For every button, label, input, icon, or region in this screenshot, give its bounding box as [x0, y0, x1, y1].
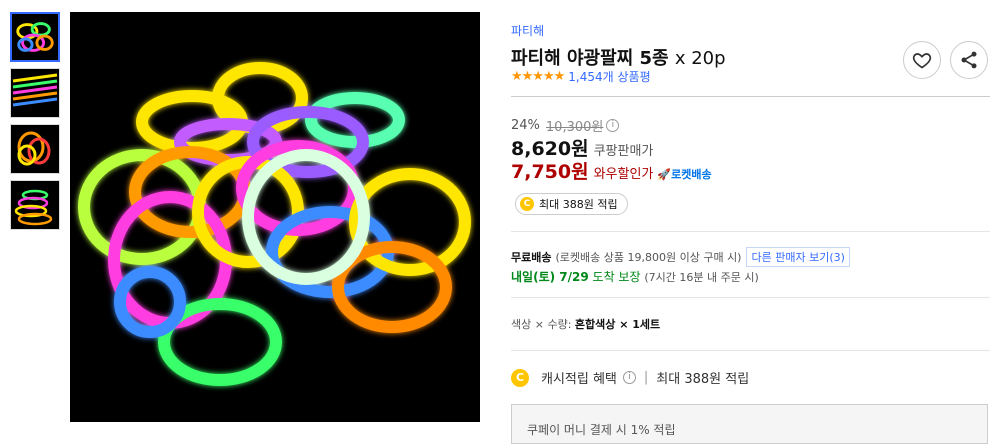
cash-benefit-label: 캐시적립 혜택: [541, 372, 617, 387]
cash-reward-badge: C 최대 388원 적립: [515, 193, 628, 215]
review-count-link[interactable]: 1,454개 상품평: [568, 68, 650, 85]
coupay-text: 쿠페이 머니 결제 시 1% 적립: [527, 423, 676, 437]
delivery-day: 내일(토) 7/29: [511, 270, 589, 284]
coin-icon: C: [511, 368, 529, 387]
wow-price: 7,750원: [511, 161, 589, 183]
rocket-delivery-badge: 🚀로켓배송: [657, 168, 712, 181]
discount-rate: 24%: [511, 118, 540, 133]
thumbnail-list: [10, 12, 60, 236]
cash-benefit-row: C 캐시적립 혜택 i | 최대 388원 적립: [511, 368, 749, 387]
share-icon: [961, 51, 977, 69]
delivery-guarantee: 도착 보장: [592, 270, 641, 284]
original-price: 10,300원: [545, 120, 604, 135]
product-title-unit: x 20p: [674, 48, 726, 69]
info-icon[interactable]: i: [622, 371, 636, 384]
coin-icon: C: [520, 197, 534, 211]
divider: [511, 350, 990, 351]
shipping-condition: (로켓배송 상품 19,800원 이상 구매 시): [555, 251, 742, 264]
divider: [511, 231, 990, 232]
free-shipping-label: 무료배송: [511, 251, 552, 264]
share-button[interactable]: [950, 41, 988, 79]
divider: [511, 96, 990, 97]
thumbnail-2[interactable]: [10, 68, 60, 118]
rating-row: ★★★★★ 1,454개 상품평: [511, 68, 651, 85]
option-label: 색상 × 수량:: [511, 318, 572, 331]
product-title: 파티해 야광팔찌 5종 x 20p: [511, 44, 726, 70]
thumbnail-3[interactable]: [10, 124, 60, 174]
cash-reward-text: 최대 388원 적립: [539, 198, 618, 211]
delivery-date-row: 내일(토) 7/29 도착 보장 (7시간 16분 내 주문 시): [511, 268, 759, 285]
rating-stars: ★★★★★: [511, 69, 565, 84]
product-main-image: [70, 12, 480, 422]
product-title-text: 파티해 야광팔찌 5종: [511, 48, 669, 69]
delivery-note: (7시간 16분 내 주문 시): [644, 271, 759, 284]
option-row: 색상 × 수량: 혼합색상 × 1세트: [511, 316, 660, 332]
other-sellers-button[interactable]: 다른 판매자 보기(3): [746, 247, 850, 267]
cash-benefit-value: 최대 388원 적립: [656, 372, 750, 387]
coupay-benefit-box: 쿠페이 머니 결제 시 1% 적립: [511, 404, 988, 444]
thumbnail-1[interactable]: [10, 12, 60, 62]
separator: |: [643, 370, 649, 385]
discount-row: 24% 10,300원 i: [511, 116, 620, 135]
option-value: 혼합색상 × 1세트: [574, 318, 661, 331]
heart-icon: [912, 53, 932, 69]
wow-price-row: 7,750원 와우할인가 🚀로켓배송: [511, 157, 712, 184]
info-icon[interactable]: i: [606, 119, 620, 132]
divider: [511, 297, 990, 298]
wishlist-button[interactable]: [903, 41, 941, 79]
thumbnail-4[interactable]: [10, 180, 60, 230]
brand-link[interactable]: 파티해: [511, 22, 544, 39]
wow-price-label: 와우할인가: [593, 167, 654, 182]
shipping-row: 무료배송 (로켓배송 상품 19,800원 이상 구매 시) 다른 판매자 보기…: [511, 247, 850, 267]
